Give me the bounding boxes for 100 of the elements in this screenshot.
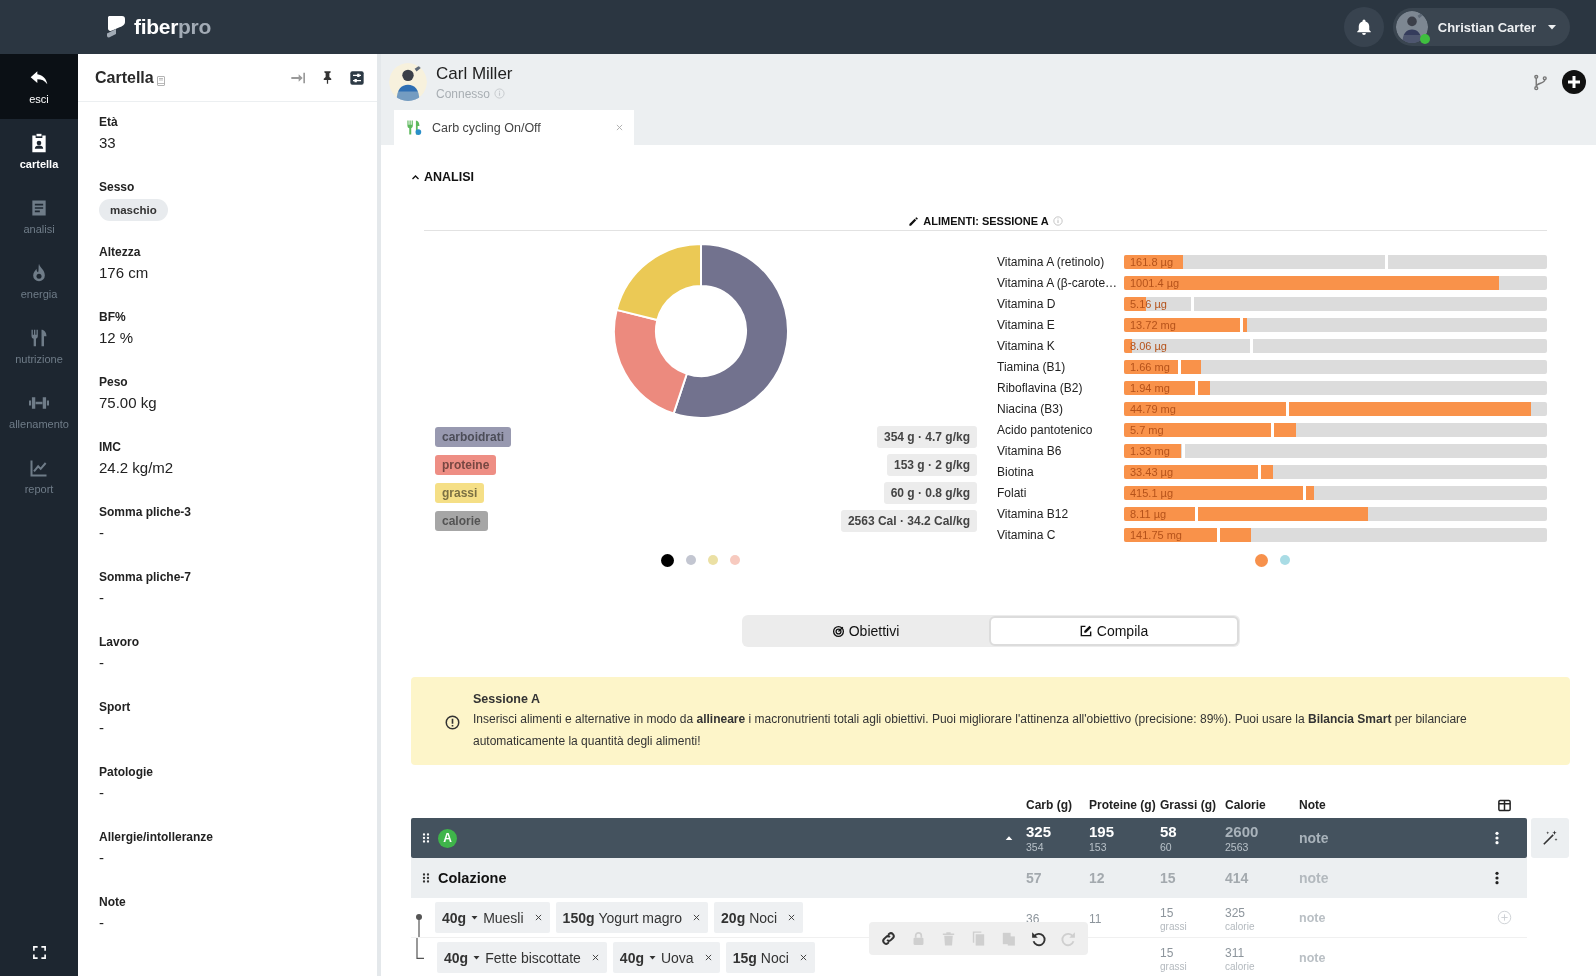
view-tab[interactable]: Obiettivi xyxy=(742,616,989,646)
food-chip[interactable]: 15g Noci xyxy=(725,942,815,973)
field-value: - xyxy=(99,719,104,736)
remove-icon[interactable] xyxy=(533,913,543,922)
remove-icon[interactable] xyxy=(798,953,808,962)
note-field[interactable]: note xyxy=(1299,830,1489,846)
column-header: Grassi (g) xyxy=(1160,798,1217,812)
field-label: Allergie/intolleranze xyxy=(99,830,215,844)
meter-reading: 1.33 mg xyxy=(1130,444,1170,458)
cell-value: 325 xyxy=(1225,906,1246,920)
page-dot[interactable] xyxy=(708,555,718,565)
food-chip[interactable]: 20g Noci xyxy=(714,902,804,933)
remove-icon[interactable] xyxy=(590,953,600,962)
remove-icon[interactable] xyxy=(787,913,797,922)
notice-title: Sessione A xyxy=(473,692,541,706)
cell-value: 195 xyxy=(1089,823,1115,840)
legend-tag: calorie xyxy=(435,511,488,531)
notice-text: Inserisci alimenti e alternative in modo da allineare i macronutrienti totali agli obiettivi. Puoi migliorare l'attinenza all'obiettivo (precisione: 89%). Puoi usare la Bilancia Smart per bilanciare automaticamente la quantità degli alimenti! xyxy=(473,711,1468,750)
meter-reading: 415.1 µg xyxy=(1130,486,1174,500)
legend-tag: carboidrati xyxy=(435,427,511,447)
fullscreen-icon[interactable] xyxy=(31,945,47,960)
page-dot[interactable] xyxy=(686,555,696,565)
cell-value: 11 xyxy=(1089,911,1102,926)
column-header: Proteine (g) xyxy=(1089,798,1157,812)
line-chart-icon xyxy=(29,458,49,478)
field-label: Somma pliche-7 xyxy=(99,570,193,584)
cell-unit: grassi xyxy=(1160,921,1188,932)
value-tag: 60 g · 0.8 g/kg xyxy=(883,482,977,504)
page-dot[interactable] xyxy=(1254,553,1268,567)
drag-handle-icon[interactable] xyxy=(420,872,432,884)
meal-name: Colazione xyxy=(438,870,507,886)
chevron-icon xyxy=(411,172,420,182)
food-chip[interactable]: 40g Uova xyxy=(612,942,720,973)
page-dot[interactable] xyxy=(730,555,740,565)
info-icon xyxy=(1052,216,1063,226)
field-value: 33 xyxy=(99,134,116,151)
cell-target: 60 xyxy=(1160,841,1173,853)
notifications-button[interactable] xyxy=(1343,7,1384,47)
view-tab[interactable]: Compila xyxy=(988,616,1239,646)
nutrient-label: Vitamina D xyxy=(997,296,1057,311)
nutrient-label: Vitamina K xyxy=(997,338,1056,353)
nav-item[interactable]: esci xyxy=(0,54,78,119)
nav-item[interactable]: allenamento xyxy=(0,379,78,444)
info-icon xyxy=(494,88,506,99)
tab[interactable]: Carb cycling On/Off xyxy=(394,110,634,145)
nav-item[interactable]: cartella xyxy=(0,119,78,184)
nav-item[interactable]: analisi xyxy=(0,184,78,249)
undo-icon[interactable] xyxy=(1030,930,1047,947)
remove-icon[interactable] xyxy=(703,953,713,962)
add-icon[interactable] xyxy=(1562,70,1586,94)
value-tag: 153 g · 2 g/kg xyxy=(886,454,977,476)
field-label: Sport xyxy=(99,700,132,714)
cell-value: 58 xyxy=(1160,823,1177,840)
section-toggle[interactable]: ANALISI xyxy=(411,169,474,185)
nav-item[interactable]: report xyxy=(0,444,78,509)
field-label: Età xyxy=(99,115,119,129)
magic-wand-button[interactable] xyxy=(1531,818,1569,858)
field-label: BF% xyxy=(99,310,127,324)
meter-reading: 161.8 µg xyxy=(1130,255,1174,269)
branch-icon[interactable] xyxy=(1532,73,1549,91)
meter-reading: 13.72 mg xyxy=(1130,318,1176,332)
logo-icon xyxy=(104,15,128,39)
meter-reading: 141.75 mg xyxy=(1130,528,1182,542)
cell-target: 2563 xyxy=(1225,841,1250,853)
meter-reading: 33.43 µg xyxy=(1130,465,1174,479)
field-label: Lavoro xyxy=(99,635,140,649)
cell-target: 153 xyxy=(1089,841,1108,853)
document-icon xyxy=(29,198,49,218)
target-icon xyxy=(831,624,845,638)
user-menu[interactable]: Christian Carter xyxy=(1392,8,1570,46)
field-value: 24.2 kg/m2 xyxy=(99,459,174,476)
group-badge: A xyxy=(438,828,457,848)
settings-icon[interactable] xyxy=(349,69,365,86)
pencil-icon[interactable] xyxy=(908,215,920,227)
food-chip[interactable]: 40g Fette biscottate xyxy=(437,942,607,973)
field-value: - xyxy=(99,654,104,671)
meter-reading: 8.11 µg xyxy=(1130,507,1167,521)
page-dot[interactable] xyxy=(661,553,674,567)
cell-value: 414 xyxy=(1225,870,1250,886)
nutrient-label: Vitamina C xyxy=(997,527,1057,542)
nav-item[interactable]: nutrizione xyxy=(0,314,78,379)
link-icon[interactable] xyxy=(880,930,897,947)
cell-target: 354 xyxy=(1026,841,1045,853)
columns-icon[interactable] xyxy=(1496,797,1512,813)
food-chip[interactable]: 150g Yogurt magro xyxy=(555,902,709,933)
cell-unit: calorie xyxy=(1225,921,1256,932)
value-tag: 2563 Cal · 34.2 Cal/kg xyxy=(840,510,977,532)
field-value: 75.00 kg xyxy=(99,394,157,411)
nav-item[interactable]: energia xyxy=(0,249,78,314)
food-chip[interactable]: 40g Muesli xyxy=(435,902,550,933)
drag-handle-icon[interactable] xyxy=(420,832,432,844)
cell-unit: calorie xyxy=(1225,961,1256,972)
nutrient-label: Vitamina B12 xyxy=(997,506,1070,521)
value-tag: maschio xyxy=(99,199,168,221)
remove-icon[interactable] xyxy=(692,913,702,922)
cell-value: 57 xyxy=(1026,870,1043,886)
nutrient-label: Vitamina A (retinolo) xyxy=(997,254,1106,269)
page-dot[interactable] xyxy=(1279,555,1290,565)
field-label: Altezza xyxy=(99,245,142,259)
panel-title: Cartella xyxy=(95,68,154,87)
